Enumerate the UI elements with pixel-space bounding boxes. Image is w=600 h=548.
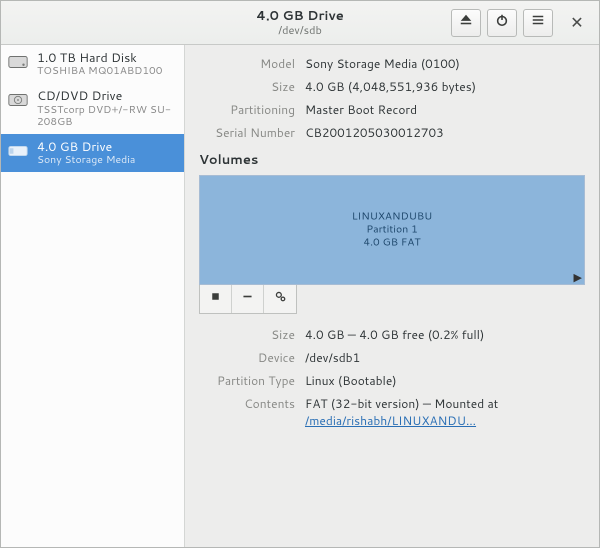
volumes-heading: Volumes (199, 151, 585, 169)
body: 1.0 TB Hard Disk TOSHIBA MQ01ABD100 CD/D… (1, 45, 599, 547)
delete-partition-button[interactable] (232, 285, 264, 313)
label-part-type: Partition Type (199, 372, 295, 389)
device-sub: TOSHIBA MQ01ABD100 (37, 65, 162, 77)
hdd-icon (7, 51, 29, 73)
hamburger-icon (531, 13, 545, 32)
menu-button[interactable] (523, 9, 553, 37)
partition-properties: Size 4.0 GB — 4.0 GB free (0.2% full) De… (199, 326, 585, 429)
value-partitioning: Master Boot Record (305, 101, 585, 118)
more-options-button[interactable] (264, 285, 296, 313)
power-button[interactable] (487, 9, 517, 37)
window: 4.0 GB Drive /dev/sdb ✕ (0, 0, 600, 548)
device-sub: Sony Storage Media (37, 154, 135, 166)
optical-icon (7, 89, 29, 111)
value-part-device: /dev/sdb1 (305, 349, 585, 366)
value-part-size: 4.0 GB — 4.0 GB free (0.2% full) (305, 326, 585, 343)
stop-icon (209, 290, 222, 308)
vol-fs: 4.0 GB FAT (352, 237, 433, 250)
device-sub: TSSTcorp DVD+/-RW SU-208GB (37, 104, 176, 128)
window-subtitle: /dev/sdb (256, 24, 344, 36)
device-item-usb[interactable]: 4.0 GB Drive Sony Storage Media (1, 134, 184, 172)
device-title: 1.0 TB Hard Disk (37, 51, 162, 65)
volume-block-label: LINUXANDUBU Partition 1 4.0 GB FAT (352, 210, 433, 249)
title-box: 4.0 GB Drive /dev/sdb (256, 9, 344, 35)
header-bar: 4.0 GB Drive /dev/sdb ✕ (1, 1, 599, 45)
expand-icon[interactable]: ▶ (574, 269, 582, 285)
device-item-hdd[interactable]: 1.0 TB Hard Disk TOSHIBA MQ01ABD100 (1, 45, 184, 83)
label-partitioning: Partitioning (199, 101, 295, 118)
volume-toolbar (199, 285, 297, 314)
label-part-contents: Contents (199, 395, 295, 429)
minus-icon (241, 290, 254, 308)
gears-icon (274, 290, 287, 308)
power-icon (495, 13, 509, 32)
device-title: 4.0 GB Drive (37, 140, 135, 154)
label-serial: Serial Number (199, 124, 295, 141)
device-item-optical[interactable]: CD/DVD Drive TSSTcorp DVD+/-RW SU-208GB (1, 83, 184, 134)
device-title: CD/DVD Drive (37, 89, 176, 103)
label-model: Model (199, 55, 295, 72)
eject-button[interactable] (451, 9, 481, 37)
mount-point-link[interactable]: /media/rishabh/LINUXANDU… (305, 412, 476, 429)
value-serial: CB2001205030012703 (305, 124, 585, 141)
detail-pane: Model Sony Storage Media (0100) Size 4.0… (185, 45, 599, 547)
label-part-size: Size (199, 326, 295, 343)
eject-icon (459, 13, 473, 32)
label-size: Size (199, 78, 295, 95)
value-part-contents: FAT (32-bit version) — Mounted at /media… (305, 395, 585, 429)
unmount-button[interactable] (200, 285, 232, 313)
value-part-type: Linux (Bootable) (305, 372, 585, 389)
volume-block[interactable]: LINUXANDUBU Partition 1 4.0 GB FAT ▶ (199, 175, 585, 285)
close-button[interactable]: ✕ (563, 9, 591, 37)
label-part-device: Device (199, 349, 295, 366)
drive-properties: Model Sony Storage Media (0100) Size 4.0… (199, 55, 585, 141)
usb-drive-icon (7, 140, 29, 162)
header-right-group: ✕ (451, 9, 591, 37)
value-size: 4.0 GB (4,048,551,936 bytes) (305, 78, 585, 95)
close-icon: ✕ (570, 11, 583, 34)
contents-text: FAT (32-bit version) — Mounted at (305, 395, 498, 412)
device-sidebar: 1.0 TB Hard Disk TOSHIBA MQ01ABD100 CD/D… (1, 45, 185, 547)
value-model: Sony Storage Media (0100) (305, 55, 585, 72)
